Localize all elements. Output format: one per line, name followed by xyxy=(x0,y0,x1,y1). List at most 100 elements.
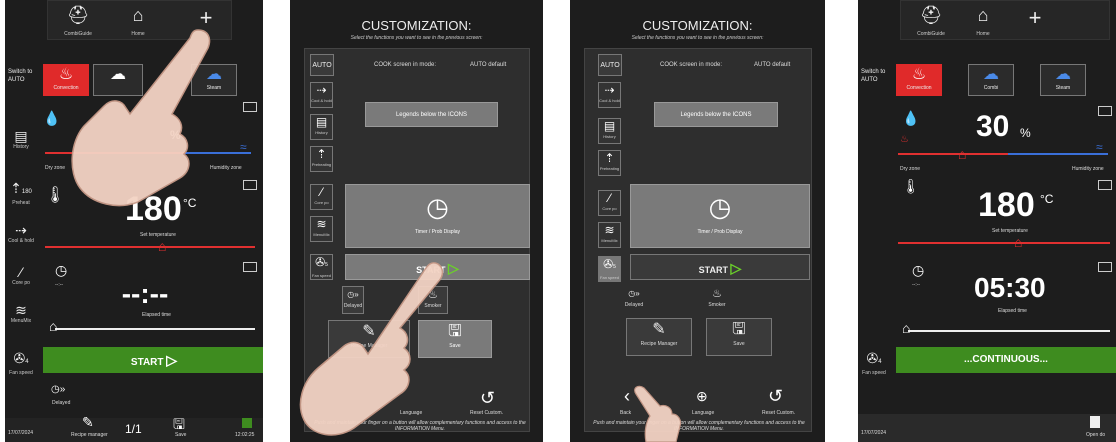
humidity-drop-icon: 💧 xyxy=(43,110,61,126)
language-label: Language xyxy=(692,410,715,416)
history-label: History xyxy=(315,130,328,135)
mode-convection[interactable]: ♨ Convection xyxy=(896,64,942,96)
door-icon[interactable] xyxy=(1090,416,1100,428)
steam-icon: ☁ xyxy=(1055,66,1071,83)
keyboard-icon[interactable] xyxy=(243,262,257,272)
humidity-zone-label: Humidity zone xyxy=(1072,166,1104,172)
sidebar-cool-hold[interactable]: ⇢ Cool & hold xyxy=(8,222,34,244)
time-slider[interactable] xyxy=(908,330,1110,332)
sidebar-menumix[interactable]: ≋ MenuMix xyxy=(598,222,621,248)
legends-button[interactable]: Legends below the ICONS xyxy=(365,102,498,127)
time-value[interactable]: --:-- xyxy=(105,278,185,310)
start-label: START xyxy=(130,357,164,368)
humidity-high-icon: ≈ xyxy=(240,140,247,154)
preheat-icon: ⇡ xyxy=(316,147,327,161)
save-button[interactable]: 🖫 Save xyxy=(706,318,772,356)
humidity-value[interactable]: 30 xyxy=(976,110,1009,144)
keyboard-icon[interactable] xyxy=(243,180,257,190)
sidebar-history[interactable]: ▤ History xyxy=(598,118,621,144)
start-button[interactable]: START ▷ xyxy=(630,254,810,280)
clock-icon: ◷ xyxy=(708,192,732,222)
time-value[interactable]: 05:30 xyxy=(974,272,1046,304)
mode-steam[interactable]: ☁ Steam xyxy=(1040,64,1086,96)
cook-mode-value[interactable]: AUTO default xyxy=(754,62,790,68)
sidebar-core-probe[interactable]: ⁄ Core po xyxy=(310,184,333,210)
reset-icon[interactable]: ↺ xyxy=(768,386,783,407)
thermometer-icon: 🌡 xyxy=(902,178,920,194)
sidebar-menumix[interactable]: ≋ MenuMix xyxy=(8,302,34,324)
timer-label: Timer / Prob Display xyxy=(697,229,743,235)
probe-icon: ⁄ xyxy=(320,185,323,199)
oven-screen-2: ⛑ CombiGuide ⌂ Home + Switch to AUTO ♨ C… xyxy=(858,0,1116,442)
home-icon[interactable]: ⌂ xyxy=(965,5,1001,26)
switch-to-auto-button[interactable]: Switch to AUTO xyxy=(8,68,38,84)
cool-hold-icon: ⇢ xyxy=(604,83,615,97)
chef-hat-icon[interactable]: ⛑ xyxy=(913,5,949,26)
plus-icon[interactable]: + xyxy=(1017,5,1053,31)
keyboard-icon[interactable] xyxy=(1098,262,1112,272)
temperature-slider-handle[interactable]: ⌂ xyxy=(158,238,166,254)
start-button[interactable]: START ▷ xyxy=(43,347,263,373)
time-slider-handle[interactable]: ⌂ xyxy=(49,318,57,334)
time-slider[interactable] xyxy=(55,328,255,330)
timer-display-button[interactable]: ◷ Timer / Prob Display xyxy=(630,184,810,248)
switch-to-auto-button[interactable]: Switch to AUTO xyxy=(861,68,891,84)
humidity-high-icon: ≈ xyxy=(1096,140,1103,154)
history-icon: ▤ xyxy=(603,119,616,133)
temperature-value[interactable]: 180 xyxy=(978,186,1035,225)
fan-icon: ✇4 xyxy=(866,350,882,366)
menumix-label: MenuMix xyxy=(313,232,330,237)
keyboard-icon[interactable] xyxy=(243,102,257,112)
sidebar-preheating[interactable]: ⇡ Preheating xyxy=(598,150,621,176)
menumix-icon: ≋ xyxy=(316,217,327,231)
humidity-slider-handle[interactable]: ⌂ xyxy=(958,146,966,162)
sidebar-history[interactable]: ▤ History xyxy=(8,128,34,150)
sidebar-cool-hold[interactable]: ⇢ Cool & hold xyxy=(310,82,333,108)
keyboard-icon[interactable] xyxy=(1098,180,1112,190)
recipe-manager-button[interactable]: ✎ Recipe Manager xyxy=(626,318,692,356)
time-slider-handle[interactable]: ⌂ xyxy=(902,320,910,336)
time-small-value: --:-- xyxy=(912,282,921,288)
temperature-slider-handle[interactable]: ⌂ xyxy=(1014,234,1022,250)
delayed-icon[interactable]: ◷» xyxy=(51,384,65,395)
sidebar-core-probe[interactable]: ⁄ Core po xyxy=(598,190,621,216)
probe-icon: ⁄ xyxy=(19,264,23,280)
delayed-button[interactable]: ◷» Delayed xyxy=(622,286,646,314)
play-icon: ▷ xyxy=(166,352,178,368)
sidebar-fan-speed[interactable]: ✇4 Fan speed xyxy=(8,350,34,376)
delayed-label: Delayed xyxy=(52,400,71,406)
footer-date: 17/07/2024 xyxy=(8,430,34,436)
sidebar-fan-speed[interactable]: ✇4 Fan speed xyxy=(861,350,887,376)
reset-icon[interactable]: ↺ xyxy=(480,388,495,409)
recipe-manager-icon: ✎ xyxy=(652,321,666,338)
mode-combi[interactable]: ☁ Combi xyxy=(968,64,1014,96)
legends-button[interactable]: Legends below the ICONS xyxy=(654,102,778,127)
home-label: Home xyxy=(976,31,990,37)
sidebar-cool-hold[interactable]: ⇢ Cool & hold xyxy=(598,82,621,108)
sidebar-fan-speed[interactable]: ✇5 Fan speed xyxy=(598,256,621,282)
recipe-manager-label: Recipe Manager xyxy=(640,341,678,347)
sidebar-menumix[interactable]: ≋ MenuMix xyxy=(310,216,333,242)
timer-display-button[interactable]: ◷ Timer / Prob Display xyxy=(345,184,530,248)
recipe-manager-icon[interactable]: ✎ xyxy=(82,414,94,431)
temperature-slider[interactable] xyxy=(898,242,1110,244)
open-door-label: Open do xyxy=(1086,432,1106,438)
cook-mode-value[interactable]: AUTO default xyxy=(470,62,506,68)
sidebar-core-probe[interactable]: ⁄ Core po xyxy=(8,264,34,286)
sidebar-preheat[interactable]: ⇡180 Preheat xyxy=(8,180,34,206)
auto-button[interactable]: AUTO xyxy=(310,54,334,76)
sidebar-preheating[interactable]: ⇡ Preheating xyxy=(310,146,333,172)
temperature-slider[interactable] xyxy=(45,246,255,248)
clock-icon: ◷ xyxy=(426,192,449,222)
cool-hold-label: Cool & hold xyxy=(8,238,34,244)
history-label: History xyxy=(13,144,29,150)
keyboard-icon[interactable] xyxy=(1098,106,1112,116)
menumix-label: MenuMix xyxy=(601,238,618,243)
language-icon[interactable]: ⊕ xyxy=(696,388,708,405)
sidebar-history[interactable]: ▤ History xyxy=(310,114,333,140)
continuous-button[interactable]: ...CONTINUOUS... xyxy=(896,347,1116,373)
core-probe-label: Core po xyxy=(12,280,30,286)
smoker-button[interactable]: ♨ Smoker xyxy=(702,286,732,314)
auto-button[interactable]: AUTO xyxy=(598,54,622,76)
cook-mode-label: COOK screen in mode: xyxy=(374,62,437,68)
